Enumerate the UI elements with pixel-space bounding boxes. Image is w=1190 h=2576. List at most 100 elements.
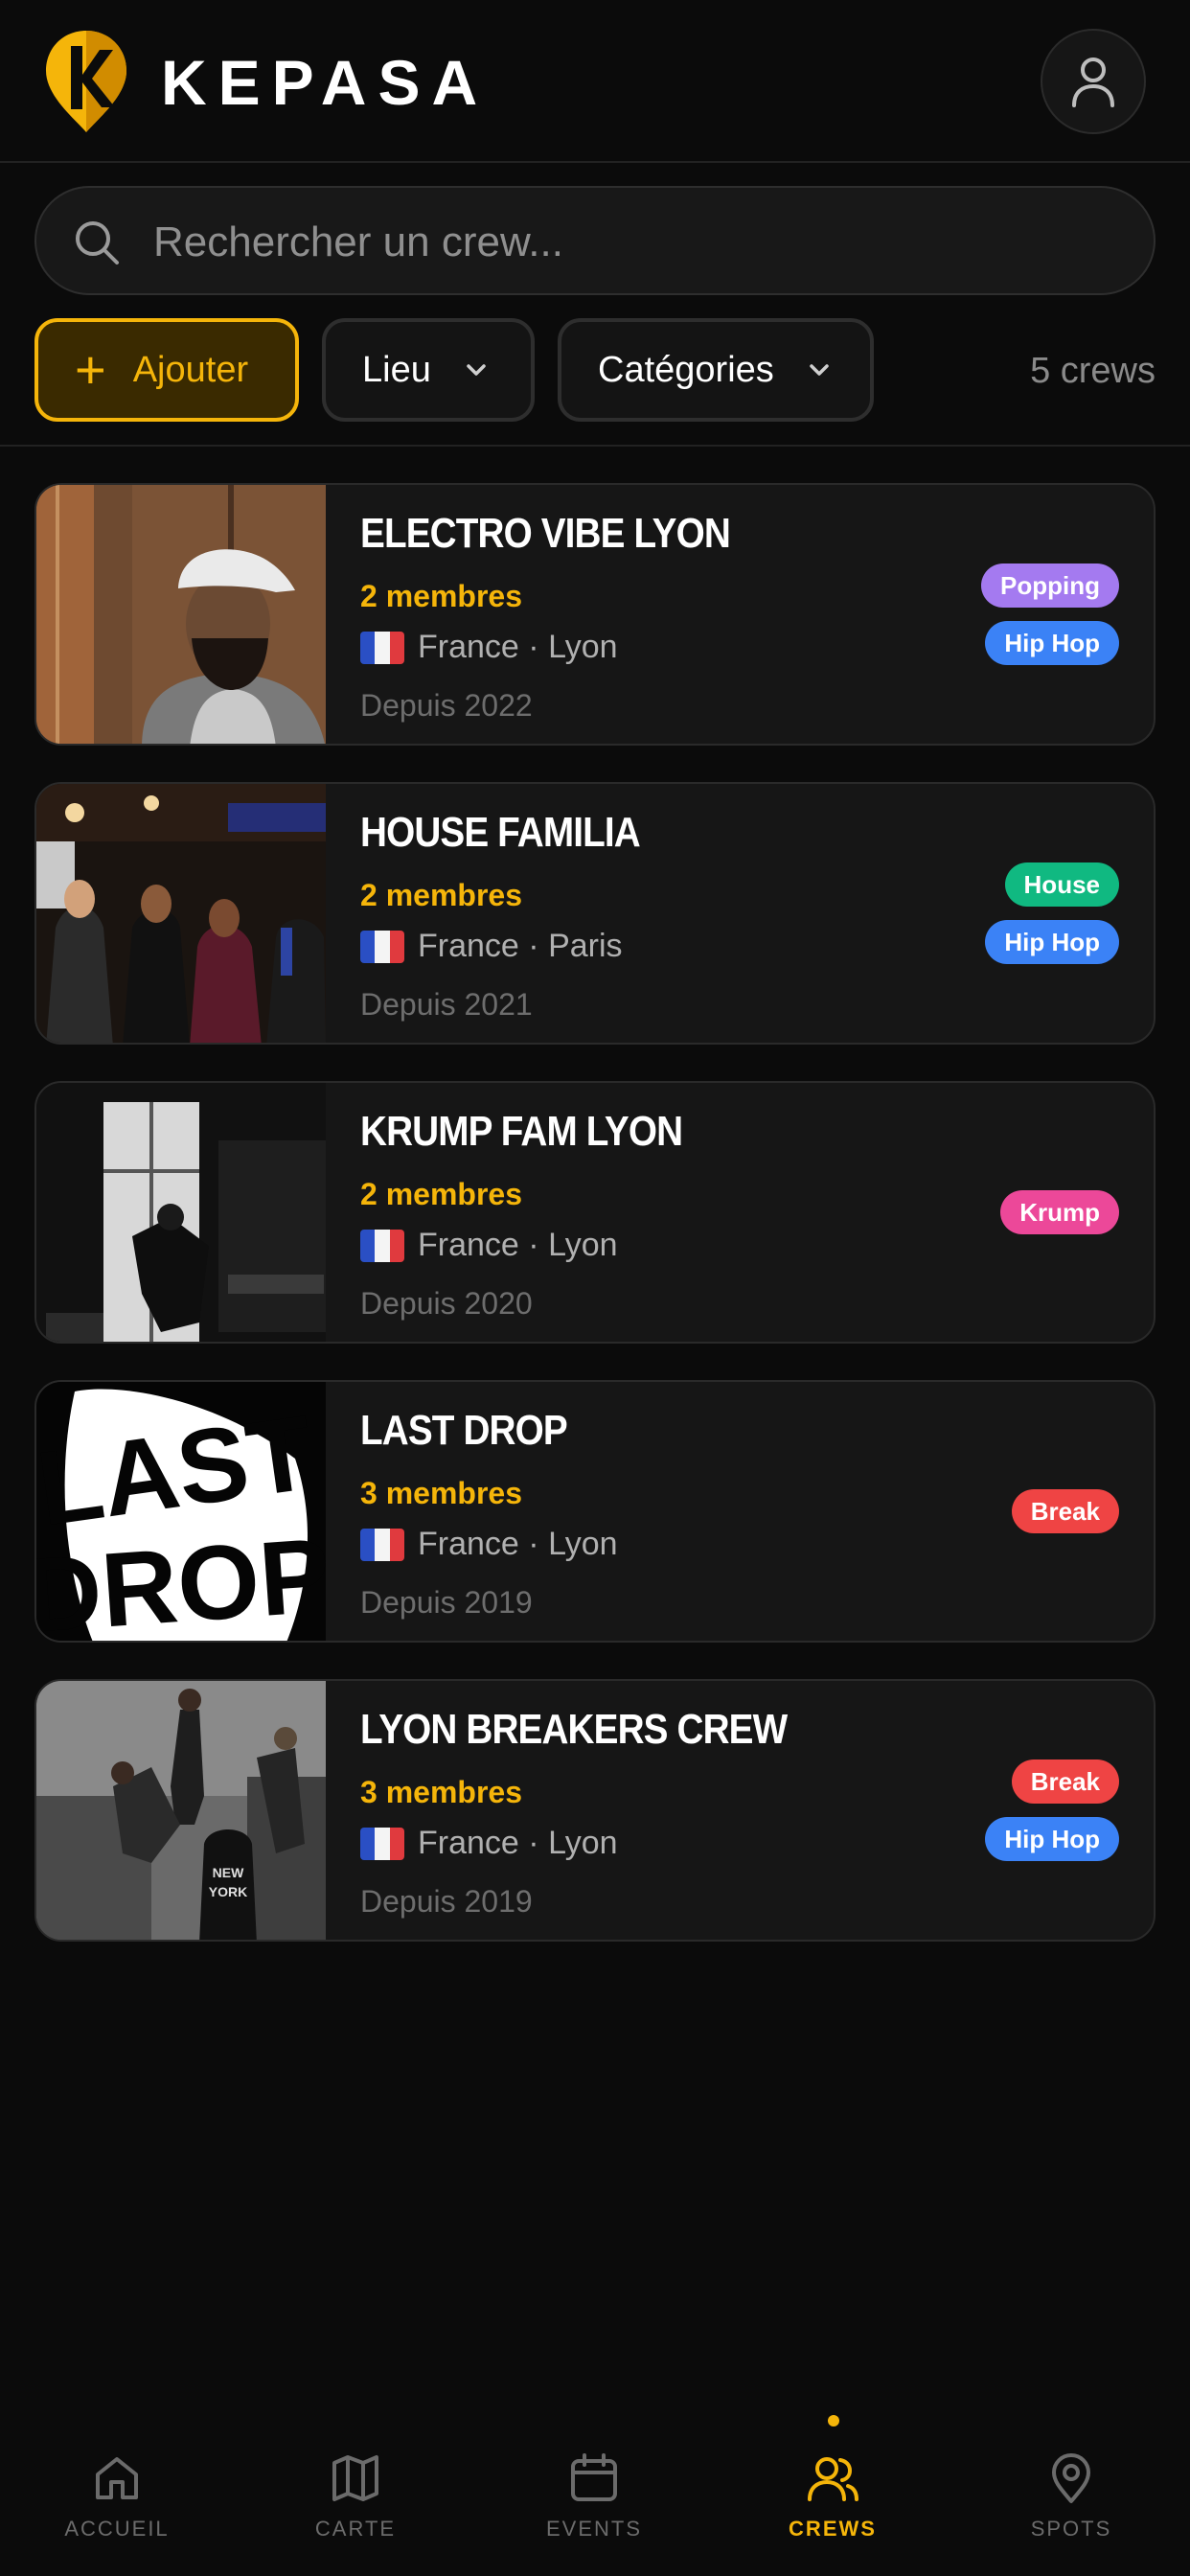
crew-name: ELECTRO VIBE LYON	[360, 510, 731, 557]
crew-count: 5 crews	[1030, 351, 1156, 391]
location-filter-dropdown[interactable]: Lieu	[322, 318, 535, 422]
tag-krump: Krump	[1000, 1190, 1119, 1234]
france-flag-icon	[360, 1229, 404, 1262]
france-flag-icon	[360, 631, 404, 664]
nav-home[interactable]: ACCUEIL	[21, 2451, 213, 2542]
tag-hip-hop: Hip Hop	[985, 920, 1119, 964]
crew-since: Depuis 2019	[360, 1884, 533, 1919]
search-input[interactable]	[153, 209, 1111, 276]
crew-name: LAST DROP	[360, 1407, 568, 1454]
crew-city: Lyon	[548, 629, 618, 665]
crew-city: Lyon	[548, 1825, 618, 1861]
nav-crews[interactable]: CREWS	[737, 2451, 928, 2542]
nav-crews-label: CREWS	[789, 2517, 877, 2541]
crew-tags: Krump	[1000, 1083, 1119, 1342]
crew-members: 2 membres	[360, 579, 522, 613]
crew-name: KRUMP FAM LYON	[360, 1108, 683, 1155]
plus-icon: +	[75, 339, 106, 400]
app-header: KEPASA	[0, 0, 1190, 163]
nav-map-label: CARTE	[314, 2517, 397, 2541]
shirt-text: NEW	[213, 1865, 244, 1880]
crew-country: France	[418, 629, 519, 665]
chevron-down-icon	[810, 364, 829, 376]
nav-events-label: EVENTS	[545, 2517, 643, 2541]
crew-photo	[36, 1083, 326, 1342]
crew-tags: Popping Hip Hop	[981, 485, 1119, 744]
crew-country: France	[418, 928, 519, 964]
tag-break: Break	[1011, 1489, 1119, 1533]
crew-members: 2 membres	[360, 1177, 522, 1211]
tag-hip-hop: Hip Hop	[985, 1817, 1119, 1861]
crew-since: Depuis 2020	[360, 1286, 533, 1321]
location-separator: ·	[528, 1227, 539, 1263]
crew-country: France	[418, 1526, 519, 1562]
categories-filter-dropdown[interactable]: Catégories	[558, 318, 874, 422]
crew-location: France · Lyon	[360, 1526, 618, 1563]
crew-photo	[36, 485, 326, 744]
crew-country: France	[418, 1227, 519, 1263]
app-title: KEPASA	[161, 47, 490, 118]
add-crew-label: Ajouter	[132, 349, 249, 390]
add-crew-button[interactable]: + Ajouter	[34, 318, 299, 422]
crew-city: Paris	[548, 928, 623, 964]
crew-since: Depuis 2021	[360, 987, 533, 1022]
map-icon	[332, 2455, 378, 2501]
france-flag-icon	[360, 930, 404, 963]
nav-events[interactable]: EVENTS	[498, 2451, 690, 2542]
map-pin-icon	[1052, 2453, 1090, 2503]
crew-card[interactable]: KRUMP FAM LYON 2 membres France · Lyon D…	[34, 1081, 1156, 1344]
crew-name: LYON BREAKERS CREW	[360, 1706, 788, 1753]
divider	[0, 445, 1190, 447]
categories-filter-label: Catégories	[598, 349, 774, 390]
active-indicator	[828, 2415, 839, 2426]
bottom-nav: ACCUEIL CARTE EVENTS CREWS SPOTS	[0, 2396, 1190, 2576]
crew-location: France · Lyon	[360, 629, 618, 666]
nav-map[interactable]: CARTE	[260, 2451, 451, 2542]
users-icon	[808, 2457, 858, 2501]
calendar-icon	[571, 2453, 617, 2501]
nav-spots[interactable]: SPOTS	[975, 2451, 1167, 2542]
crew-name: HOUSE FAMILIA	[360, 809, 641, 856]
search-bar	[34, 186, 1156, 295]
crew-card[interactable]: LAST DROP LAST DROP 3 membres France · L…	[34, 1380, 1156, 1643]
crew-tags: Break	[1011, 1382, 1119, 1641]
crew-location: France · Lyon	[360, 1227, 618, 1264]
crew-photo	[36, 784, 326, 1043]
user-icon	[1072, 58, 1114, 107]
crew-since: Depuis 2022	[360, 688, 533, 723]
filter-row: + Ajouter Lieu Catégories 5 crews	[0, 318, 1190, 426]
location-separator: ·	[528, 928, 539, 964]
home-icon	[96, 2457, 138, 2499]
location-separator: ·	[528, 1825, 539, 1861]
france-flag-icon	[360, 1528, 404, 1561]
crew-city: Lyon	[548, 1526, 618, 1562]
crew-card[interactable]: HOUSE FAMILIA 2 membres France · Paris D…	[34, 782, 1156, 1045]
crew-location: France · Paris	[360, 928, 623, 965]
crew-members: 3 membres	[360, 1476, 522, 1510]
crew-photo: LAST DROP	[36, 1382, 326, 1643]
crew-country: France	[418, 1825, 519, 1861]
france-flag-icon	[360, 1827, 404, 1860]
nav-home-label: ACCUEIL	[64, 2517, 170, 2541]
tag-house: House	[1004, 862, 1119, 907]
kepasa-logo-icon[interactable]	[42, 27, 130, 134]
tag-break: Break	[1011, 1760, 1119, 1804]
crew-tags: Break Hip Hop	[985, 1681, 1119, 1940]
location-filter-label: Lieu	[362, 349, 431, 390]
location-separator: ·	[528, 629, 539, 665]
crew-photo: NEW YORK	[36, 1681, 326, 1940]
nav-spots-label: SPOTS	[1030, 2517, 1112, 2541]
crew-card[interactable]: ELECTRO VIBE LYON 2 membres France · Lyo…	[34, 483, 1156, 746]
chevron-down-icon	[467, 364, 486, 376]
crew-location: France · Lyon	[360, 1825, 618, 1862]
location-separator: ·	[528, 1526, 539, 1562]
search-icon	[76, 221, 119, 264]
crew-members: 2 membres	[360, 878, 522, 912]
tag-hip-hop: Hip Hop	[985, 621, 1119, 665]
crew-city: Lyon	[548, 1227, 618, 1263]
last-drop-logo-text: DROP	[36, 1516, 326, 1643]
crew-members: 3 membres	[360, 1775, 522, 1809]
profile-button[interactable]	[1041, 29, 1146, 134]
crew-card[interactable]: NEW YORK LYON BREAKERS CREW 3 membres Fr…	[34, 1679, 1156, 1942]
crew-tags: House Hip Hop	[985, 784, 1119, 1043]
